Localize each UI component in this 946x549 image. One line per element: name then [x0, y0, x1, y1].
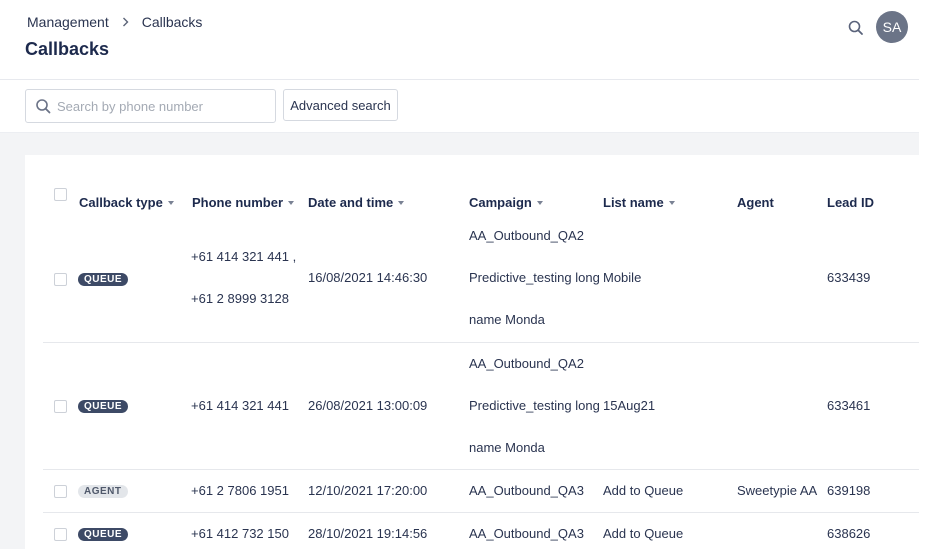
top-bar: Management Callbacks Callbacks SA — [0, 0, 919, 80]
column-header-campaign[interactable]: Campaign — [469, 193, 543, 211]
row-divider — [43, 342, 919, 343]
list-name: Add to Queue — [603, 526, 684, 541]
row-divider — [43, 469, 919, 470]
lead-id: 639198 — [827, 483, 871, 498]
list-name: Mobile — [603, 270, 642, 285]
row-checkbox[interactable] — [54, 400, 67, 413]
column-header-phone-number[interactable]: Phone number — [192, 193, 295, 211]
list-name: 15Aug21 — [603, 398, 656, 413]
sort-caret-icon — [288, 200, 295, 205]
breadcrumb-management-link[interactable]: Management — [27, 14, 109, 30]
campaign-name: AA_Outbound_QA3 — [469, 483, 584, 498]
breadcrumb-current: Callbacks — [141, 14, 203, 30]
column-header-agent: Agent — [737, 194, 774, 210]
phone-number: +61 414 321 441 — [191, 398, 289, 413]
date-time: 28/10/2021 19:14:56 — [308, 526, 428, 541]
phone-number: +61 2 7806 1951 — [191, 483, 289, 498]
sort-caret-icon — [167, 200, 174, 205]
sort-caret-icon — [536, 200, 543, 205]
row-checkbox[interactable] — [54, 273, 67, 286]
lead-id: 633461 — [827, 398, 871, 413]
campaign-name: AA_Outbound_QA2 — [469, 228, 584, 243]
row-checkbox[interactable] — [54, 485, 67, 498]
callback-type-badge: QUEUE — [78, 528, 129, 541]
search-icon — [35, 98, 52, 115]
callback-type-badge: AGENT — [78, 485, 128, 498]
campaign-name: Predictive_testing long — [469, 398, 600, 413]
column-header-date-time[interactable]: Date and time — [308, 193, 405, 211]
phone-number: +61 412 732 150 — [191, 526, 289, 541]
campaign-name: AA_Outbound_QA2 — [469, 356, 584, 371]
date-time: 16/08/2021 14:46:30 — [308, 270, 428, 285]
campaign-name: Predictive_testing long — [469, 270, 600, 285]
phone-number: +61 414 321 441 , — [191, 249, 297, 264]
phone-search-input[interactable] — [57, 95, 267, 117]
phone-number: +61 2 8999 3128 — [191, 291, 289, 306]
column-header-lead-id: Lead ID — [827, 194, 874, 210]
content-area: Callback type Phone number Date and time… — [0, 133, 919, 549]
callbacks-table: Callback type Phone number Date and time… — [25, 155, 919, 549]
advanced-search-button[interactable]: Advanced search — [283, 89, 398, 121]
lead-id: 638626 — [827, 526, 871, 541]
avatar[interactable]: SA — [876, 11, 908, 43]
callback-type-badge: QUEUE — [78, 400, 129, 413]
date-time: 12/10/2021 17:20:00 — [308, 483, 428, 498]
toolbar: Advanced search — [0, 80, 919, 133]
sort-caret-icon — [398, 200, 405, 205]
column-header-callback-type[interactable]: Callback type — [79, 193, 174, 211]
column-header-list-name[interactable]: List name — [603, 193, 675, 211]
breadcrumb: Management Callbacks — [27, 14, 202, 30]
campaign-name: AA_Outbound_QA3 — [469, 526, 584, 541]
page-title: Callbacks — [25, 39, 110, 59]
chevron-right-icon — [122, 17, 129, 27]
callback-type-badge: QUEUE — [78, 273, 129, 286]
agent-name: Sweetypie AA — [737, 483, 818, 498]
list-name: Add to Queue — [603, 483, 684, 498]
phone-search-field[interactable] — [25, 89, 276, 123]
lead-id: 633439 — [827, 270, 871, 285]
select-all-checkbox[interactable] — [54, 188, 67, 201]
row-divider — [43, 512, 919, 513]
campaign-name: name Monda — [469, 312, 545, 327]
campaign-name: name Monda — [469, 440, 545, 455]
date-time: 26/08/2021 13:00:09 — [308, 398, 428, 413]
sort-caret-icon — [668, 200, 675, 205]
search-icon[interactable] — [847, 19, 865, 37]
row-checkbox[interactable] — [54, 528, 67, 541]
